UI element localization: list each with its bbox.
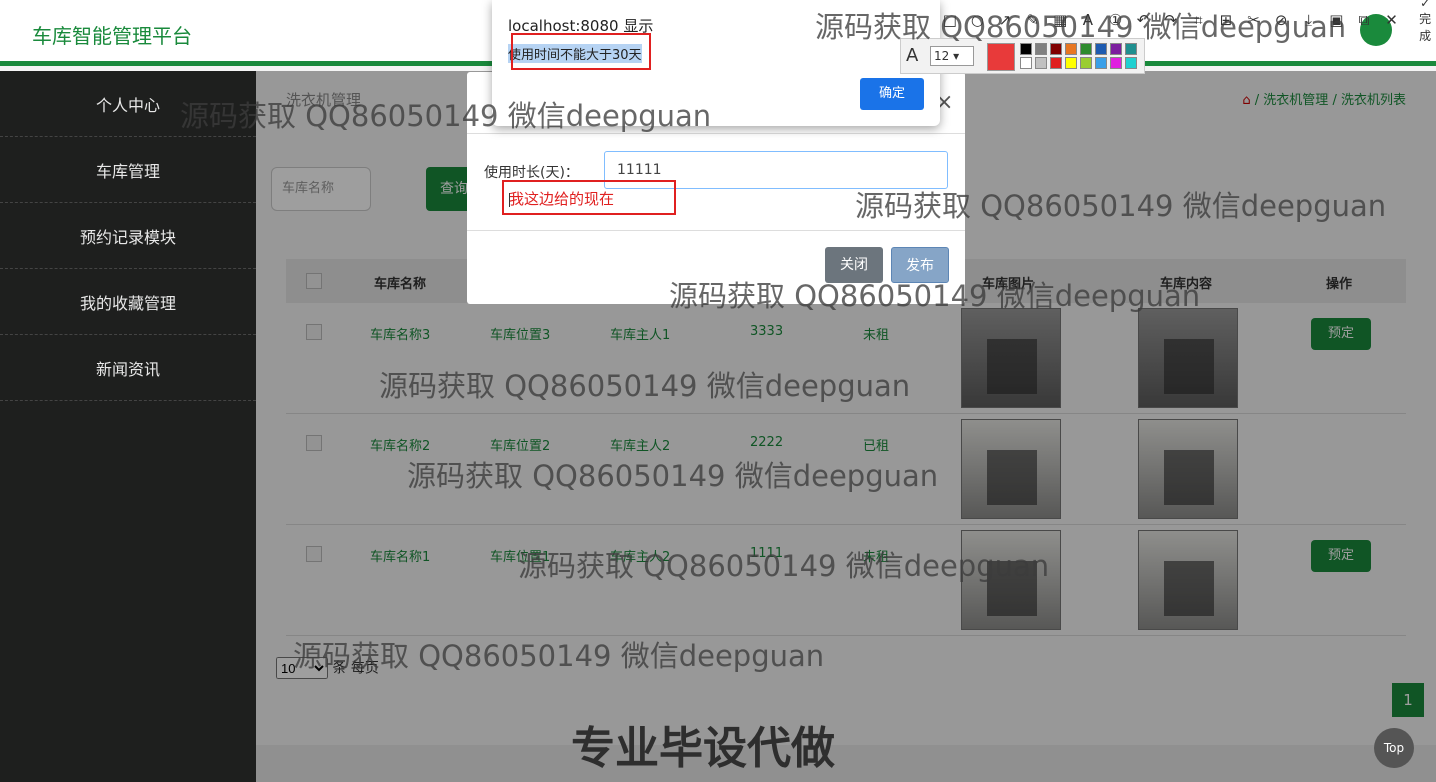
color-swatch[interactable] — [1110, 43, 1122, 55]
crop-icon[interactable]: ⌗ — [1187, 11, 1209, 29]
done-button[interactable]: ✓ 完成 — [1414, 0, 1436, 44]
color-swatch[interactable] — [1020, 57, 1032, 69]
font-icon: A — [906, 45, 919, 66]
color-swatch[interactable] — [1080, 43, 1092, 55]
alert-ok-button[interactable]: 确定 — [860, 78, 924, 110]
text-caret — [509, 193, 510, 207]
duration-label: 使用时长(天)： — [484, 165, 579, 181]
app-title: 车库智能管理平台 — [32, 24, 192, 48]
text-tool-icon[interactable]: A — [1077, 11, 1099, 29]
color-swatch[interactable] — [1050, 57, 1062, 69]
copy-icon[interactable]: ⧉ — [1353, 11, 1375, 29]
color-swatch[interactable] — [1050, 43, 1062, 55]
close-icon[interactable]: ✕ — [1381, 11, 1403, 29]
ellipse-tool-icon[interactable]: ○ — [967, 11, 989, 29]
rectangle-tool-icon[interactable]: □ — [939, 11, 961, 29]
sidebar-item-garage[interactable]: 车库管理 — [0, 137, 256, 203]
sidebar-item-news[interactable]: 新闻资讯 — [0, 335, 256, 401]
annotation-text[interactable]: 我这边给的现在 — [509, 188, 614, 209]
color-swatch[interactable] — [1110, 57, 1122, 69]
ocr-icon[interactable]: ⊘ — [1270, 11, 1292, 29]
annotation-box-alert[interactable] — [511, 33, 651, 70]
color-swatch[interactable] — [1095, 57, 1107, 69]
color-swatch[interactable] — [1125, 57, 1137, 69]
color-swatch[interactable] — [1125, 43, 1137, 55]
sidebar-item-label: 个人中心 — [95, 95, 160, 115]
watermark-banner: 专业毕设代做 — [571, 723, 835, 774]
pen-tool-icon[interactable]: ✎ — [1022, 11, 1044, 29]
mosaic-tool-icon[interactable]: ▦ — [1049, 11, 1071, 29]
cut-icon[interactable]: ✂ — [1243, 11, 1265, 29]
color-swatch[interactable] — [1065, 57, 1077, 69]
sidebar: 个人中心 车库管理 预约记录模块 我的收藏管理 新闻资讯 — [0, 71, 256, 782]
font-size-value: 12 — [934, 49, 950, 63]
sidebar-item-label: 新闻资讯 — [95, 359, 160, 379]
back-to-top-button[interactable]: Top — [1374, 728, 1414, 768]
serial-number-icon[interactable]: ① — [1105, 11, 1127, 29]
color-swatch[interactable] — [1035, 57, 1047, 69]
undo-icon[interactable]: ↶ — [1132, 11, 1154, 29]
font-size-select[interactable]: 12 ▾ — [930, 46, 974, 66]
sidebar-item-label: 我的收藏管理 — [79, 293, 176, 313]
modal-footer — [467, 230, 965, 231]
publish-button[interactable]: 发布 — [891, 247, 949, 283]
save-icon[interactable]: ▣ — [1326, 11, 1348, 29]
arrow-tool-icon[interactable]: ↗ — [994, 11, 1016, 29]
screenshot-toolbar: □ ○ ↗ ✎ ▦ A ① ↶ ↷ ⌗ ⊞ ✂ ⊘ ⤓ ▣ ⧉ ✕ ✓ 完成 — [935, 0, 1436, 43]
sidebar-item-label: 预约记录模块 — [79, 227, 176, 247]
color-swatch[interactable] — [1065, 43, 1077, 55]
sidebar-item-profile[interactable]: 个人中心 — [0, 71, 256, 137]
sidebar-item-label: 车库管理 — [95, 161, 160, 181]
sidebar-item-reservations[interactable]: 预约记录模块 — [0, 203, 256, 269]
color-swatch[interactable] — [1080, 57, 1092, 69]
download-icon[interactable]: ⤓ — [1298, 11, 1320, 29]
done-label: 完成 — [1419, 12, 1432, 43]
color-swatch[interactable] — [1020, 43, 1032, 55]
sidebar-item-favorites[interactable]: 我的收藏管理 — [0, 269, 256, 335]
color-swatch[interactable] — [1095, 43, 1107, 55]
pin-icon[interactable]: ⊞ — [1215, 11, 1237, 29]
redo-icon[interactable]: ↷ — [1160, 11, 1182, 29]
text-style-palette: A 12 ▾ — [900, 38, 1145, 74]
close-button[interactable]: 关闭 — [825, 247, 883, 283]
color-swatch[interactable] — [1035, 43, 1047, 55]
current-color-swatch[interactable] — [987, 43, 1015, 71]
